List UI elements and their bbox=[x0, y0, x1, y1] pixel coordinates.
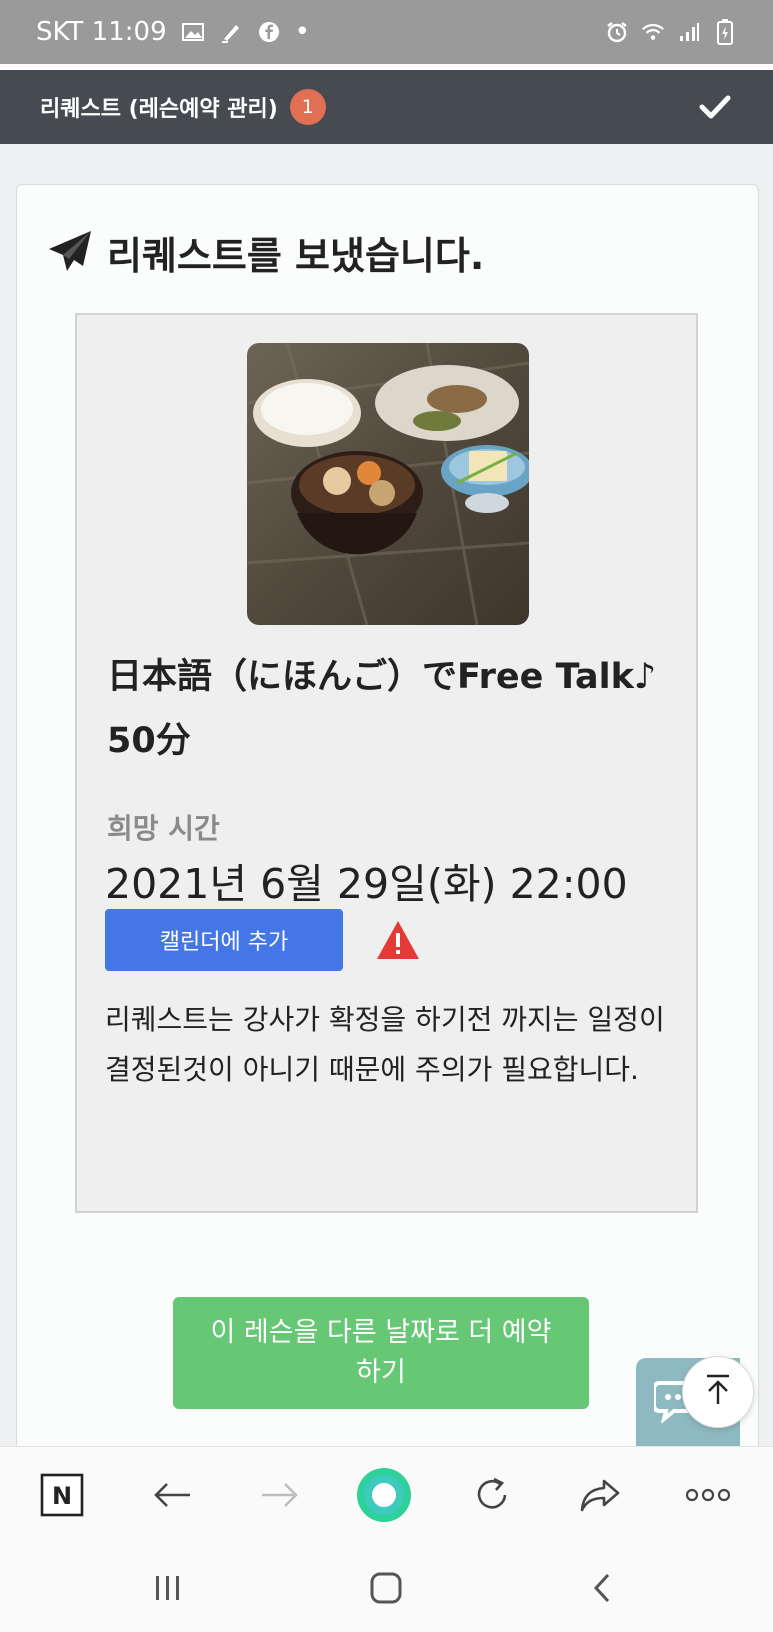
more-icon[interactable] bbox=[684, 1471, 732, 1519]
reload-icon[interactable] bbox=[468, 1471, 516, 1519]
forward-arrow-icon[interactable] bbox=[256, 1471, 304, 1519]
request-sent-card: 리퀘스트를 보냈습니다. 日本語（にほんご）でFree Talk♪ 50分 희망… bbox=[16, 184, 759, 1487]
header-title: 리퀘스트 (레슨예약 관리) bbox=[40, 97, 278, 122]
paper-plane-icon bbox=[47, 229, 93, 277]
pen-icon bbox=[219, 20, 243, 44]
confirm-check-icon[interactable] bbox=[697, 89, 733, 125]
signal-icon bbox=[677, 20, 701, 44]
request-notice: 리퀘스트는 강사가 확정을 하기전 까지는 일정이 결정된것이 아니기 때문에 … bbox=[105, 1003, 665, 1086]
carrier-time: SKT 11:09 bbox=[36, 17, 167, 47]
status-right bbox=[605, 19, 737, 45]
system-navigation bbox=[0, 1542, 773, 1632]
wifi-icon bbox=[641, 20, 665, 44]
facebook-icon bbox=[257, 20, 281, 44]
back-arrow-icon[interactable] bbox=[148, 1471, 196, 1519]
rebook-lesson-button[interactable]: 이 레슨을 다른 날짜로 더 예약하기 bbox=[173, 1297, 589, 1409]
lesson-thumbnail bbox=[247, 343, 529, 625]
confirmation-heading: 리퀘스트를 보냈습니다. bbox=[47, 225, 484, 280]
status-bar: SKT 11:09 • bbox=[0, 0, 773, 64]
image-icon bbox=[181, 20, 205, 44]
lesson-title[interactable]: 日本語（にほんご）でFree Talk♪ 50分 bbox=[107, 645, 667, 773]
arrow-up-icon bbox=[701, 1373, 735, 1411]
green-dot-icon[interactable] bbox=[354, 1465, 414, 1525]
back-icon[interactable] bbox=[578, 1564, 626, 1612]
confirmation-title: 리퀘스트를 보냈습니다. bbox=[107, 234, 485, 278]
naver-letter: N bbox=[52, 1482, 72, 1510]
recent-apps-icon[interactable] bbox=[144, 1564, 192, 1612]
warning-icon[interactable] bbox=[375, 919, 421, 961]
add-to-calendar-button[interactable]: 캘린더에 추가 bbox=[105, 909, 343, 971]
wish-time-label: 희망 시간 bbox=[107, 812, 220, 845]
share-icon[interactable] bbox=[576, 1471, 624, 1519]
wish-time-value: 2021년 6월 29일(화) 22:00 bbox=[105, 860, 628, 908]
browser-toolbar: N bbox=[0, 1446, 773, 1542]
battery-icon bbox=[713, 19, 737, 45]
alarm-icon bbox=[605, 20, 629, 44]
request-count-badge: 1 bbox=[289, 89, 326, 125]
home-icon[interactable] bbox=[362, 1564, 410, 1612]
status-left: SKT 11:09 • bbox=[36, 17, 310, 47]
lesson-summary: 日本語（にほんご）でFree Talk♪ 50分 희망 시간 2021년 6월 … bbox=[75, 313, 698, 1213]
app-header: 리퀘스트 (레슨예약 관리) 1 bbox=[0, 70, 773, 144]
status-dot: • bbox=[294, 17, 310, 47]
scroll-top-button[interactable] bbox=[682, 1356, 754, 1428]
naver-home-icon[interactable]: N bbox=[38, 1471, 86, 1519]
